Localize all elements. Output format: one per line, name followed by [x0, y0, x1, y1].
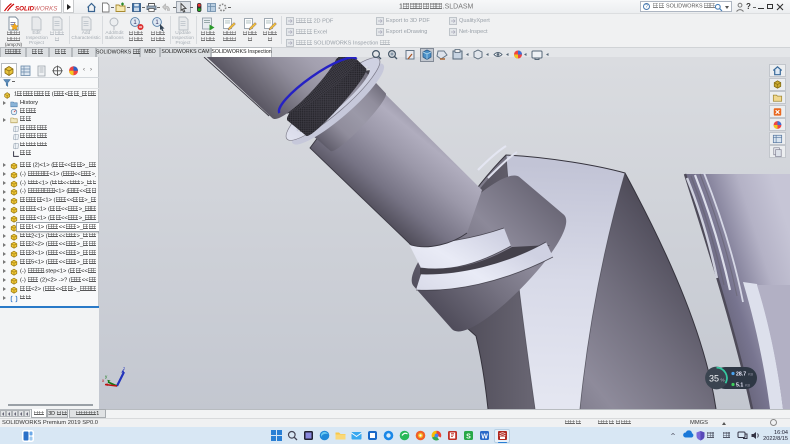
svg-text:KB: KB	[748, 373, 754, 377]
svg-text:35: 35	[709, 374, 719, 384]
svg-text:W: W	[481, 434, 488, 441]
svg-text:%: %	[721, 378, 725, 383]
svg-text:KB: KB	[745, 384, 751, 388]
svg-text:y: y	[105, 374, 108, 379]
svg-text:S: S	[466, 434, 471, 441]
svg-text:28.7: 28.7	[736, 372, 746, 378]
svg-text:5.1: 5.1	[736, 383, 743, 389]
svg-text:z: z	[123, 366, 126, 371]
